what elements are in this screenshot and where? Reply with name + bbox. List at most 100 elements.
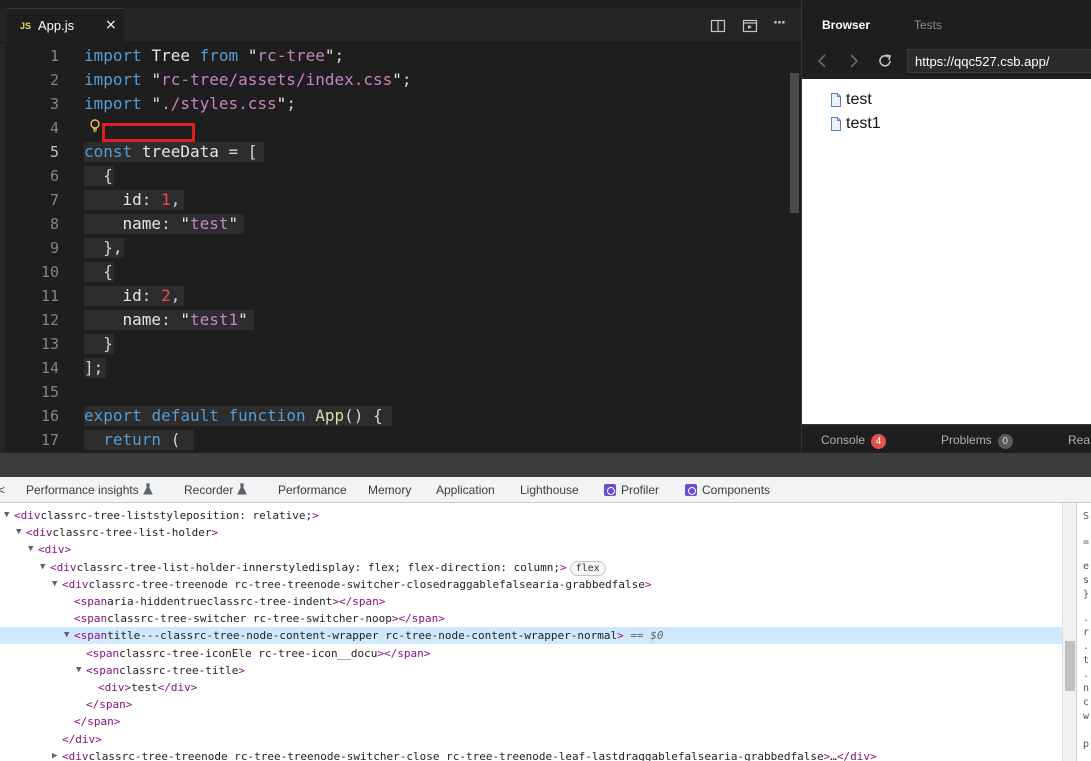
code-text: import "./styles.css";: [84, 94, 296, 113]
tab-application[interactable]: Application: [436, 483, 495, 497]
code-text: return (: [103, 430, 181, 449]
lightbulb-icon[interactable]: [89, 118, 101, 134]
refresh-icon[interactable]: [876, 52, 894, 70]
dom-node[interactable]: ▼ <divclassrc-tree-list-holder>: [0, 524, 1062, 541]
code-line[interactable]: 7 id: 1,: [5, 188, 788, 212]
dom-node-selected[interactable]: ▼ <spantitle---classrc-tree-node-content-…: [0, 627, 1062, 645]
flex-badge[interactable]: flex: [569, 560, 606, 576]
expand-arrow-icon[interactable]: ▼: [4, 507, 9, 524]
panel-divider[interactable]: [0, 453, 1091, 477]
dom-node[interactable]: <spanclassrc-tree-switcher rc-tree-switc…: [0, 610, 1062, 627]
tab-performance-insights[interactable]: Performance insights: [26, 483, 153, 497]
code-area[interactable]: 1 import Tree from "rc-tree"; 2 import "rc-…: [5, 43, 788, 453]
console-tab[interactable]: Console 4: [821, 433, 887, 449]
styles-panel-text: s: [1083, 575, 1090, 586]
expand-arrow-icon[interactable]: ▼: [76, 662, 81, 679]
preview-icon[interactable]: [742, 18, 758, 34]
dom-node[interactable]: ▼ <div>: [0, 541, 1062, 558]
editor-scrollbar[interactable]: [788, 43, 801, 453]
code-line[interactable]: 15: [5, 380, 788, 404]
expand-arrow-icon[interactable]: ▼: [16, 524, 21, 541]
line-number: 4: [49, 119, 59, 137]
editor-top-strip: [0, 0, 801, 8]
code-text: {: [84, 262, 113, 281]
line-number: 8: [49, 215, 59, 233]
tab-tests[interactable]: Tests: [914, 18, 942, 32]
line-number: 1: [49, 47, 59, 65]
dom-node-markup: <div>test</div>: [98, 681, 198, 694]
dom-node-markup: <divclassrc-tree-liststyleposition: rela…: [14, 509, 319, 522]
code-line[interactable]: 5 const treeData = [: [5, 140, 788, 164]
collapse-arrow-icon[interactable]: ▶: [52, 748, 57, 761]
code-text: }: [84, 334, 113, 353]
code-line[interactable]: 17 return (: [5, 428, 788, 452]
dom-node[interactable]: ▶ <divclassrc-tree-treenode rc-tree-treen…: [0, 748, 1062, 761]
code-text: ];: [84, 358, 104, 377]
dom-node[interactable]: </span>: [0, 696, 1062, 713]
expand-arrow-icon[interactable]: ▼: [64, 627, 69, 644]
code-line[interactable]: 10 {: [5, 260, 788, 284]
problems-tab[interactable]: Problems 0: [941, 433, 1013, 449]
elements-scrollbar[interactable]: [1062, 503, 1076, 761]
more-actions-icon[interactable]: ···: [773, 16, 786, 31]
dom-node[interactable]: </span>: [0, 713, 1062, 730]
line-number: 2: [49, 71, 59, 89]
code-line[interactable]: 14];: [5, 356, 788, 380]
tab-lighthouse[interactable]: Lighthouse: [520, 483, 579, 497]
expand-arrow-icon[interactable]: ▼: [52, 576, 57, 593]
code-text: },: [84, 238, 123, 257]
dom-node[interactable]: ▼ <divclassrc-tree-treenode rc-tree-treen…: [0, 576, 1062, 593]
dom-node[interactable]: <spanaria-hiddentrueclassrc-tree-indent>…: [0, 593, 1062, 610]
code-line[interactable]: 12 name: "test1": [5, 308, 788, 332]
dom-node[interactable]: ▼ <divclassrc-tree-liststyleposition: rel…: [0, 507, 1062, 524]
dom-node-markup: <spanaria-hiddentrueclassrc-tree-indent>…: [74, 595, 386, 608]
code-line[interactable]: 6 {: [5, 164, 788, 188]
selected-node-indicator: == $0: [630, 629, 664, 643]
dom-node[interactable]: ▼ <spanclassrc-tree-title>: [0, 662, 1062, 679]
devtools-tab-overflow[interactable]: <: [0, 483, 5, 497]
elements-scroll-thumb[interactable]: [1065, 641, 1075, 691]
close-tab-icon[interactable]: ×: [105, 17, 117, 33]
url-input[interactable]: https://qqc527.csb.app/: [907, 49, 1091, 73]
dom-node[interactable]: <spanclassrc-tree-iconEle rc-tree-icon__…: [0, 645, 1062, 662]
tab-browser[interactable]: Browser: [822, 18, 870, 32]
code-text: import Tree from "rc-tree";: [84, 46, 345, 65]
code-line[interactable]: 3 import "./styles.css";: [5, 92, 788, 116]
tab-performance[interactable]: Performance: [278, 483, 347, 497]
code-line[interactable]: 9 },: [5, 236, 788, 260]
code-text: export default function App() {: [84, 406, 383, 425]
code-line[interactable]: 8 name: "test": [5, 212, 788, 236]
dom-node[interactable]: </div>: [0, 731, 1062, 748]
expand-arrow-icon[interactable]: ▼: [40, 559, 45, 576]
browser-preview-pane: Browser Tests https://qqc527.csb.app/ te…: [801, 0, 1091, 453]
code-text: id: 2,: [122, 286, 181, 305]
styles-panel-text: .: [1083, 641, 1090, 652]
dom-node-markup: <divclassrc-tree-list-holder>: [26, 526, 219, 540]
code-line[interactable]: 11 id: 2,: [5, 284, 788, 308]
expand-arrow-icon[interactable]: ▼: [28, 541, 33, 558]
tab-profiler[interactable]: Profiler: [604, 483, 659, 497]
styles-panel-text: e: [1083, 561, 1090, 572]
forward-icon[interactable]: [844, 52, 862, 70]
styles-panel-text: r: [1083, 627, 1090, 638]
code-line[interactable]: 13 }: [5, 332, 788, 356]
code-line[interactable]: 1 import Tree from "rc-tree";: [5, 44, 788, 68]
back-icon[interactable]: [814, 52, 832, 70]
styles-panel-text: =: [1083, 537, 1090, 548]
line-number: 10: [40, 263, 59, 281]
split-editor-icon[interactable]: [710, 18, 726, 34]
code-line[interactable]: 16 export default function App() {: [5, 404, 788, 428]
tab-components[interactable]: Components: [685, 483, 770, 497]
dom-node[interactable]: <div>test</div>: [0, 679, 1062, 696]
dom-node[interactable]: ▼ <divclassrc-tree-list-holder-innerstyle…: [0, 559, 1062, 576]
editor-scroll-thumb[interactable]: [790, 73, 799, 213]
styles-panel: S = e s}. r. t. n c w p: [1076, 503, 1091, 761]
react-devtools-tab[interactable]: Rea: [1068, 433, 1090, 447]
problems-count-badge: 0: [997, 434, 1013, 449]
tab-recorder[interactable]: Recorder: [184, 483, 248, 497]
tab-memory[interactable]: Memory: [368, 483, 411, 497]
code-line[interactable]: 2 import "rc-tree/assets/index.css";: [5, 68, 788, 92]
tab-app-js[interactable]: JS App.js ×: [7, 8, 124, 43]
elements-dom-tree[interactable]: ▼ <divclassrc-tree-liststyleposition: rel…: [0, 503, 1062, 761]
tab-label: App.js: [38, 18, 75, 33]
